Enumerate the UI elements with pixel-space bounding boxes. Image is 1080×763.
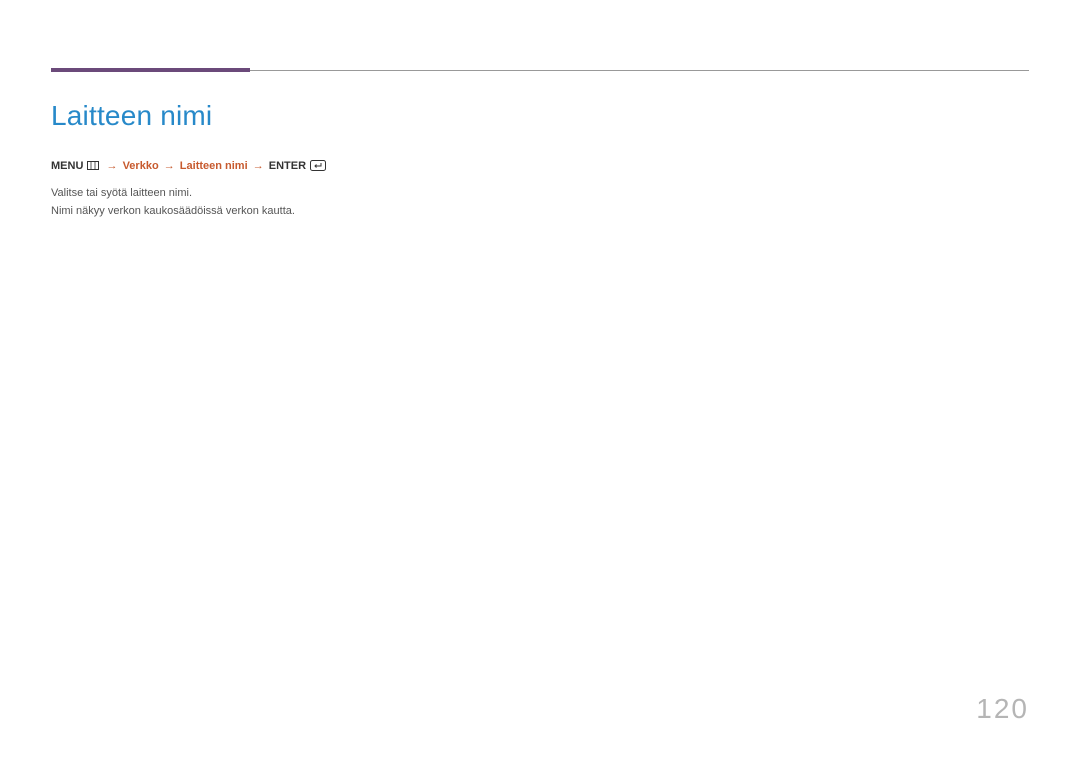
- body-line-2: Nimi näkyy verkon kaukosäädöissä verkon …: [51, 202, 1029, 221]
- breadcrumb-laitteen-nimi: Laitteen nimi: [180, 160, 248, 172]
- enter-icon: [310, 160, 326, 178]
- enter-label: ENTER: [269, 160, 306, 172]
- section-title: Laitteen nimi: [51, 100, 1029, 132]
- header-accent-bar: [51, 68, 250, 72]
- menu-path-breadcrumb: MENU → Verkko → Laitteen nimi → ENTER: [51, 158, 1029, 178]
- body-line-1: Valitse tai syötä laitteen nimi.: [51, 184, 1029, 203]
- arrow-icon: →: [107, 160, 118, 172]
- arrow-icon: →: [164, 160, 175, 172]
- page-number: 120: [976, 693, 1029, 725]
- arrow-icon: →: [253, 160, 264, 172]
- breadcrumb-verkko: Verkko: [123, 160, 159, 172]
- menu-icon: [87, 159, 99, 177]
- page-content: Laitteen nimi MENU → Verkko → Laitteen n…: [51, 100, 1029, 221]
- menu-label: MENU: [51, 160, 83, 172]
